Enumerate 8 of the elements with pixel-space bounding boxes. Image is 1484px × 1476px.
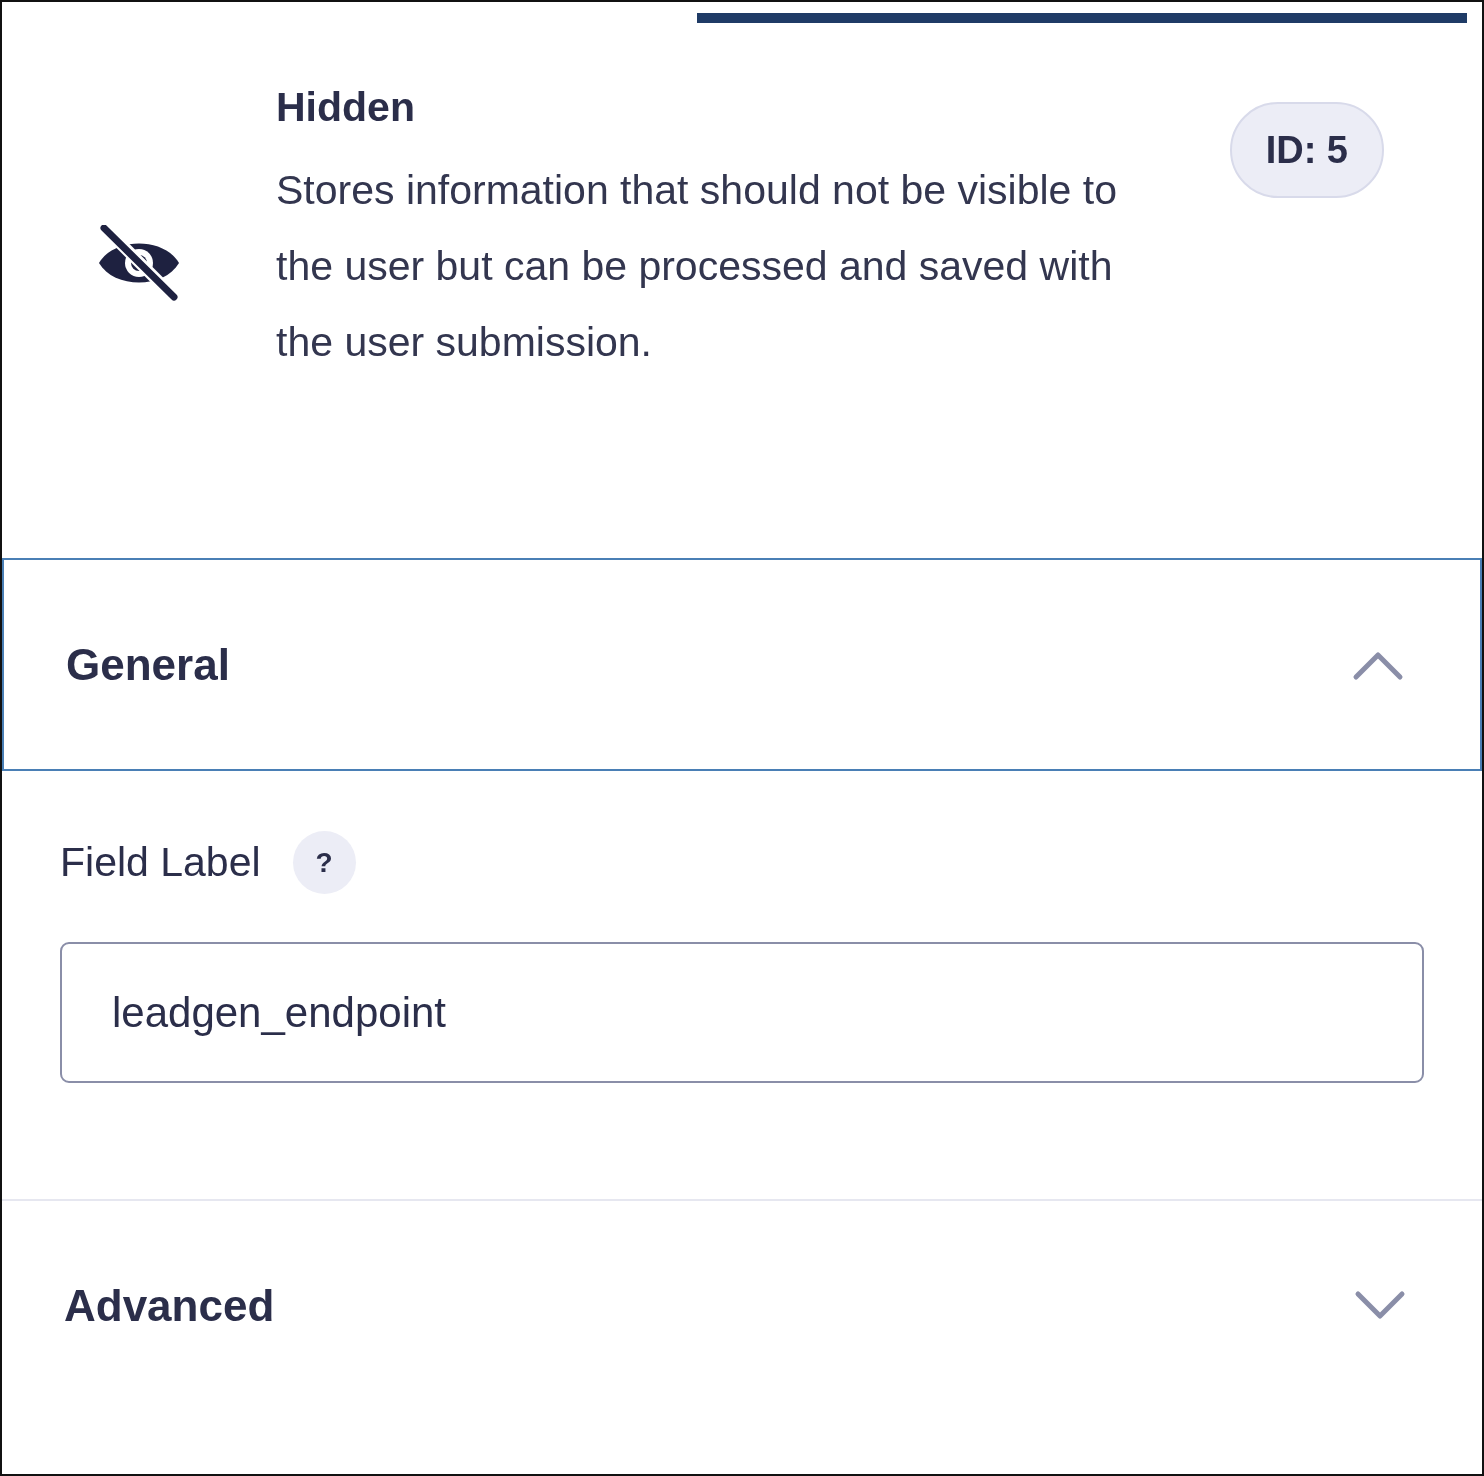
field-label: Field Label (60, 837, 261, 887)
field-type-description: Stores information that should not be visible to the user but can be processed and saved with the user submission. (276, 166, 1118, 368)
section-header[interactable]: General (2, 558, 1482, 771)
input-field[interactable]: leadgen_endpoint (60, 942, 1424, 1083)
field-type-title: Hidden (276, 83, 416, 132)
help-icon[interactable]: ? (292, 831, 356, 894)
chevron-down-icon (1354, 1290, 1406, 1322)
id-badge: ID: 5 (1229, 102, 1384, 198)
